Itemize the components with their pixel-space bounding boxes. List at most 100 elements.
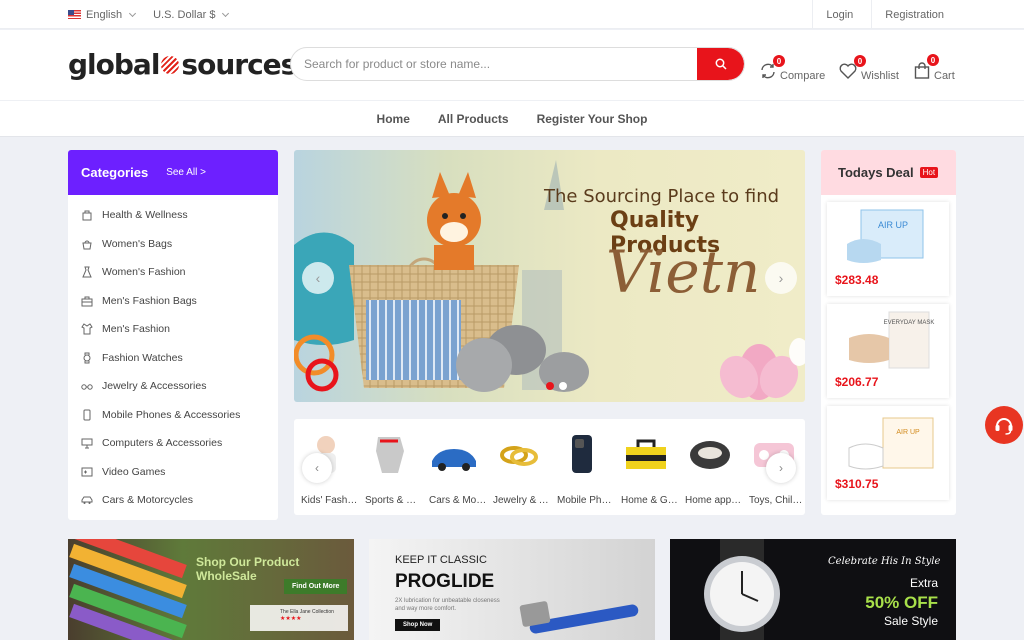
hot-badge: Hot	[919, 167, 939, 178]
nav-register-shop[interactable]: Register Your Shop	[537, 112, 648, 126]
banner-pagination	[546, 382, 567, 390]
briefcase-icon	[81, 295, 93, 307]
product-category-label: Cars & Motorcycles	[429, 495, 487, 506]
banner-next-button[interactable]: ›	[765, 262, 797, 294]
phone-icon	[81, 409, 93, 421]
category-label: Computers & Accessories	[102, 437, 223, 450]
currency-selector[interactable]: U.S. Dollar $	[153, 8, 230, 21]
search-button[interactable]	[697, 48, 744, 80]
promo-banner-proglide[interactable]: KEEP IT CLASSIC PROGLIDE 2X lubrication …	[369, 539, 655, 640]
header: global sources 0 Compare 0 Wishlist 0 Car…	[0, 30, 1024, 100]
mask-box-image: AIR UP	[843, 206, 935, 268]
category-item[interactable]: Health & Wellness	[68, 201, 278, 230]
category-label: Men's Fashion	[102, 323, 170, 336]
currency-label: U.S. Dollar $	[153, 8, 216, 21]
product-category-label: Mobile Phones	[557, 495, 615, 506]
category-item[interactable]: Fashion Watches	[68, 344, 278, 373]
razor-image	[519, 601, 639, 634]
deal-price: $206.77	[835, 375, 879, 389]
category-item[interactable]: Mobile Phones & Accessories	[68, 401, 278, 430]
product-category-label: Toys, Children	[749, 495, 805, 506]
promo-banner-watch[interactable]: Celebrate His In Style Extra 50% OFF Sal…	[670, 539, 956, 640]
deal-card[interactable]: AIR UP $310.75	[827, 406, 949, 500]
nav-all-products[interactable]: All Products	[438, 112, 509, 126]
main-nav: Home All Products Register Your Shop	[0, 100, 1024, 137]
product-category-card[interactable]: Cars & Motorcycles	[422, 419, 487, 515]
strip-next-button[interactable]: ›	[766, 453, 796, 483]
collection-card: The Ella Jane Collection ★★★★	[250, 605, 348, 631]
deal-price: $283.48	[835, 273, 879, 287]
everyday-mask-image: EVERYDAY MASK	[843, 308, 935, 370]
pagination-dot[interactable]	[546, 382, 554, 390]
glasses-icon	[81, 380, 93, 392]
category-item[interactable]: Video Games	[68, 458, 278, 487]
promo-offer: 50% OFF	[865, 593, 938, 612]
logo[interactable]: global sources	[68, 48, 297, 81]
product-category-card[interactable]: Jewelry & Accessories	[486, 419, 551, 515]
category-item[interactable]: Women's Bags	[68, 230, 278, 259]
chevron-right-icon: ›	[778, 270, 784, 286]
category-item[interactable]: Jewelry & Accessories	[68, 372, 278, 401]
dress-icon	[81, 266, 93, 278]
category-label: Fashion Watches	[102, 351, 183, 364]
hero-banner[interactable]: The Sourcing Place to find Quality Produ…	[294, 150, 805, 402]
nav-home[interactable]: Home	[377, 112, 410, 126]
search-bar	[290, 47, 745, 81]
category-item[interactable]: Women's Fashion	[68, 258, 278, 287]
ring-icon	[494, 431, 542, 475]
category-item[interactable]: Cars & Motorcycles	[68, 486, 278, 515]
pouf-icon	[686, 431, 734, 475]
strip-prev-button[interactable]: ‹	[302, 453, 332, 483]
promo-tagline: Celebrate His In Style	[828, 556, 941, 567]
wishlist-link[interactable]: 0 Wishlist	[839, 52, 899, 82]
category-label: Health & Wellness	[102, 209, 188, 222]
category-item[interactable]: Men's Fashion	[68, 315, 278, 344]
compare-icon: 0	[760, 55, 785, 82]
category-item[interactable]: Men's Fashion Bags	[68, 287, 278, 316]
promo-sub: Sale Style	[883, 614, 938, 628]
promo-banner-wholesale[interactable]: Shop Our Product WholeSale Find Out More…	[68, 539, 354, 640]
todays-deal-panel: Todays Deal Hot AIR UP $283.48 EVERYDAY …	[821, 150, 956, 515]
todays-deal-header: Todays Deal Hot	[821, 150, 956, 195]
see-all-link[interactable]: See All >	[166, 167, 206, 178]
wishlist-count-badge: 0	[854, 55, 866, 67]
banner-prev-button[interactable]: ‹	[302, 262, 334, 294]
cart-link[interactable]: 0 Cart	[914, 52, 955, 82]
language-selector[interactable]: English	[68, 9, 137, 21]
customer-support-button[interactable]	[985, 406, 1023, 444]
product-category-label: Sports & Outdoors	[365, 495, 423, 506]
search-input[interactable]	[291, 48, 691, 80]
deal-card[interactable]: AIR UP $283.48	[827, 202, 949, 296]
categories-panel: Categories See All > Health & Wellness Wo…	[68, 150, 278, 520]
category-label: Women's Fashion	[102, 266, 186, 279]
mask-box-image: AIR UP	[843, 410, 935, 472]
lotus-image	[719, 338, 805, 400]
deal-card[interactable]: EVERYDAY MASK $206.77	[827, 304, 949, 398]
find-out-more-button[interactable]: Find Out More	[284, 579, 348, 594]
login-link[interactable]: Login	[812, 0, 871, 29]
category-label: Jewelry & Accessories	[102, 380, 207, 393]
category-label: Mobile Phones & Accessories	[102, 408, 241, 421]
promo-tagline: KEEP IT CLASSIC	[395, 554, 487, 566]
chevron-down-icon	[222, 9, 230, 17]
category-item[interactable]: Computers & Accessories	[68, 429, 278, 458]
category-label: Video Games	[102, 465, 166, 478]
us-flag-icon	[68, 10, 81, 19]
toolbox-icon	[622, 431, 670, 475]
cart-count-badge: 0	[927, 54, 939, 66]
chevron-left-icon: ‹	[315, 270, 321, 286]
compare-link[interactable]: 0 Compare	[760, 52, 825, 82]
rating-stars-icon: ★★★★	[280, 616, 302, 622]
pagination-dot[interactable]	[559, 382, 567, 390]
headset-icon	[995, 418, 1013, 435]
deal-price: $310.75	[835, 477, 879, 491]
heart-icon: 0	[839, 55, 866, 82]
product-category-card[interactable]: Mobile Phones	[550, 419, 615, 515]
product-category-card[interactable]: Home & Garden	[614, 419, 679, 515]
product-category-card[interactable]: Home appliances	[678, 419, 743, 515]
product-category-card[interactable]: Sports & Outdoors	[358, 419, 423, 515]
product-box-label: AIR UP	[896, 429, 920, 436]
product-box-label: AIR UP	[878, 220, 908, 230]
registration-link[interactable]: Registration	[871, 0, 956, 29]
shop-now-button[interactable]: Shop Now	[395, 619, 441, 631]
